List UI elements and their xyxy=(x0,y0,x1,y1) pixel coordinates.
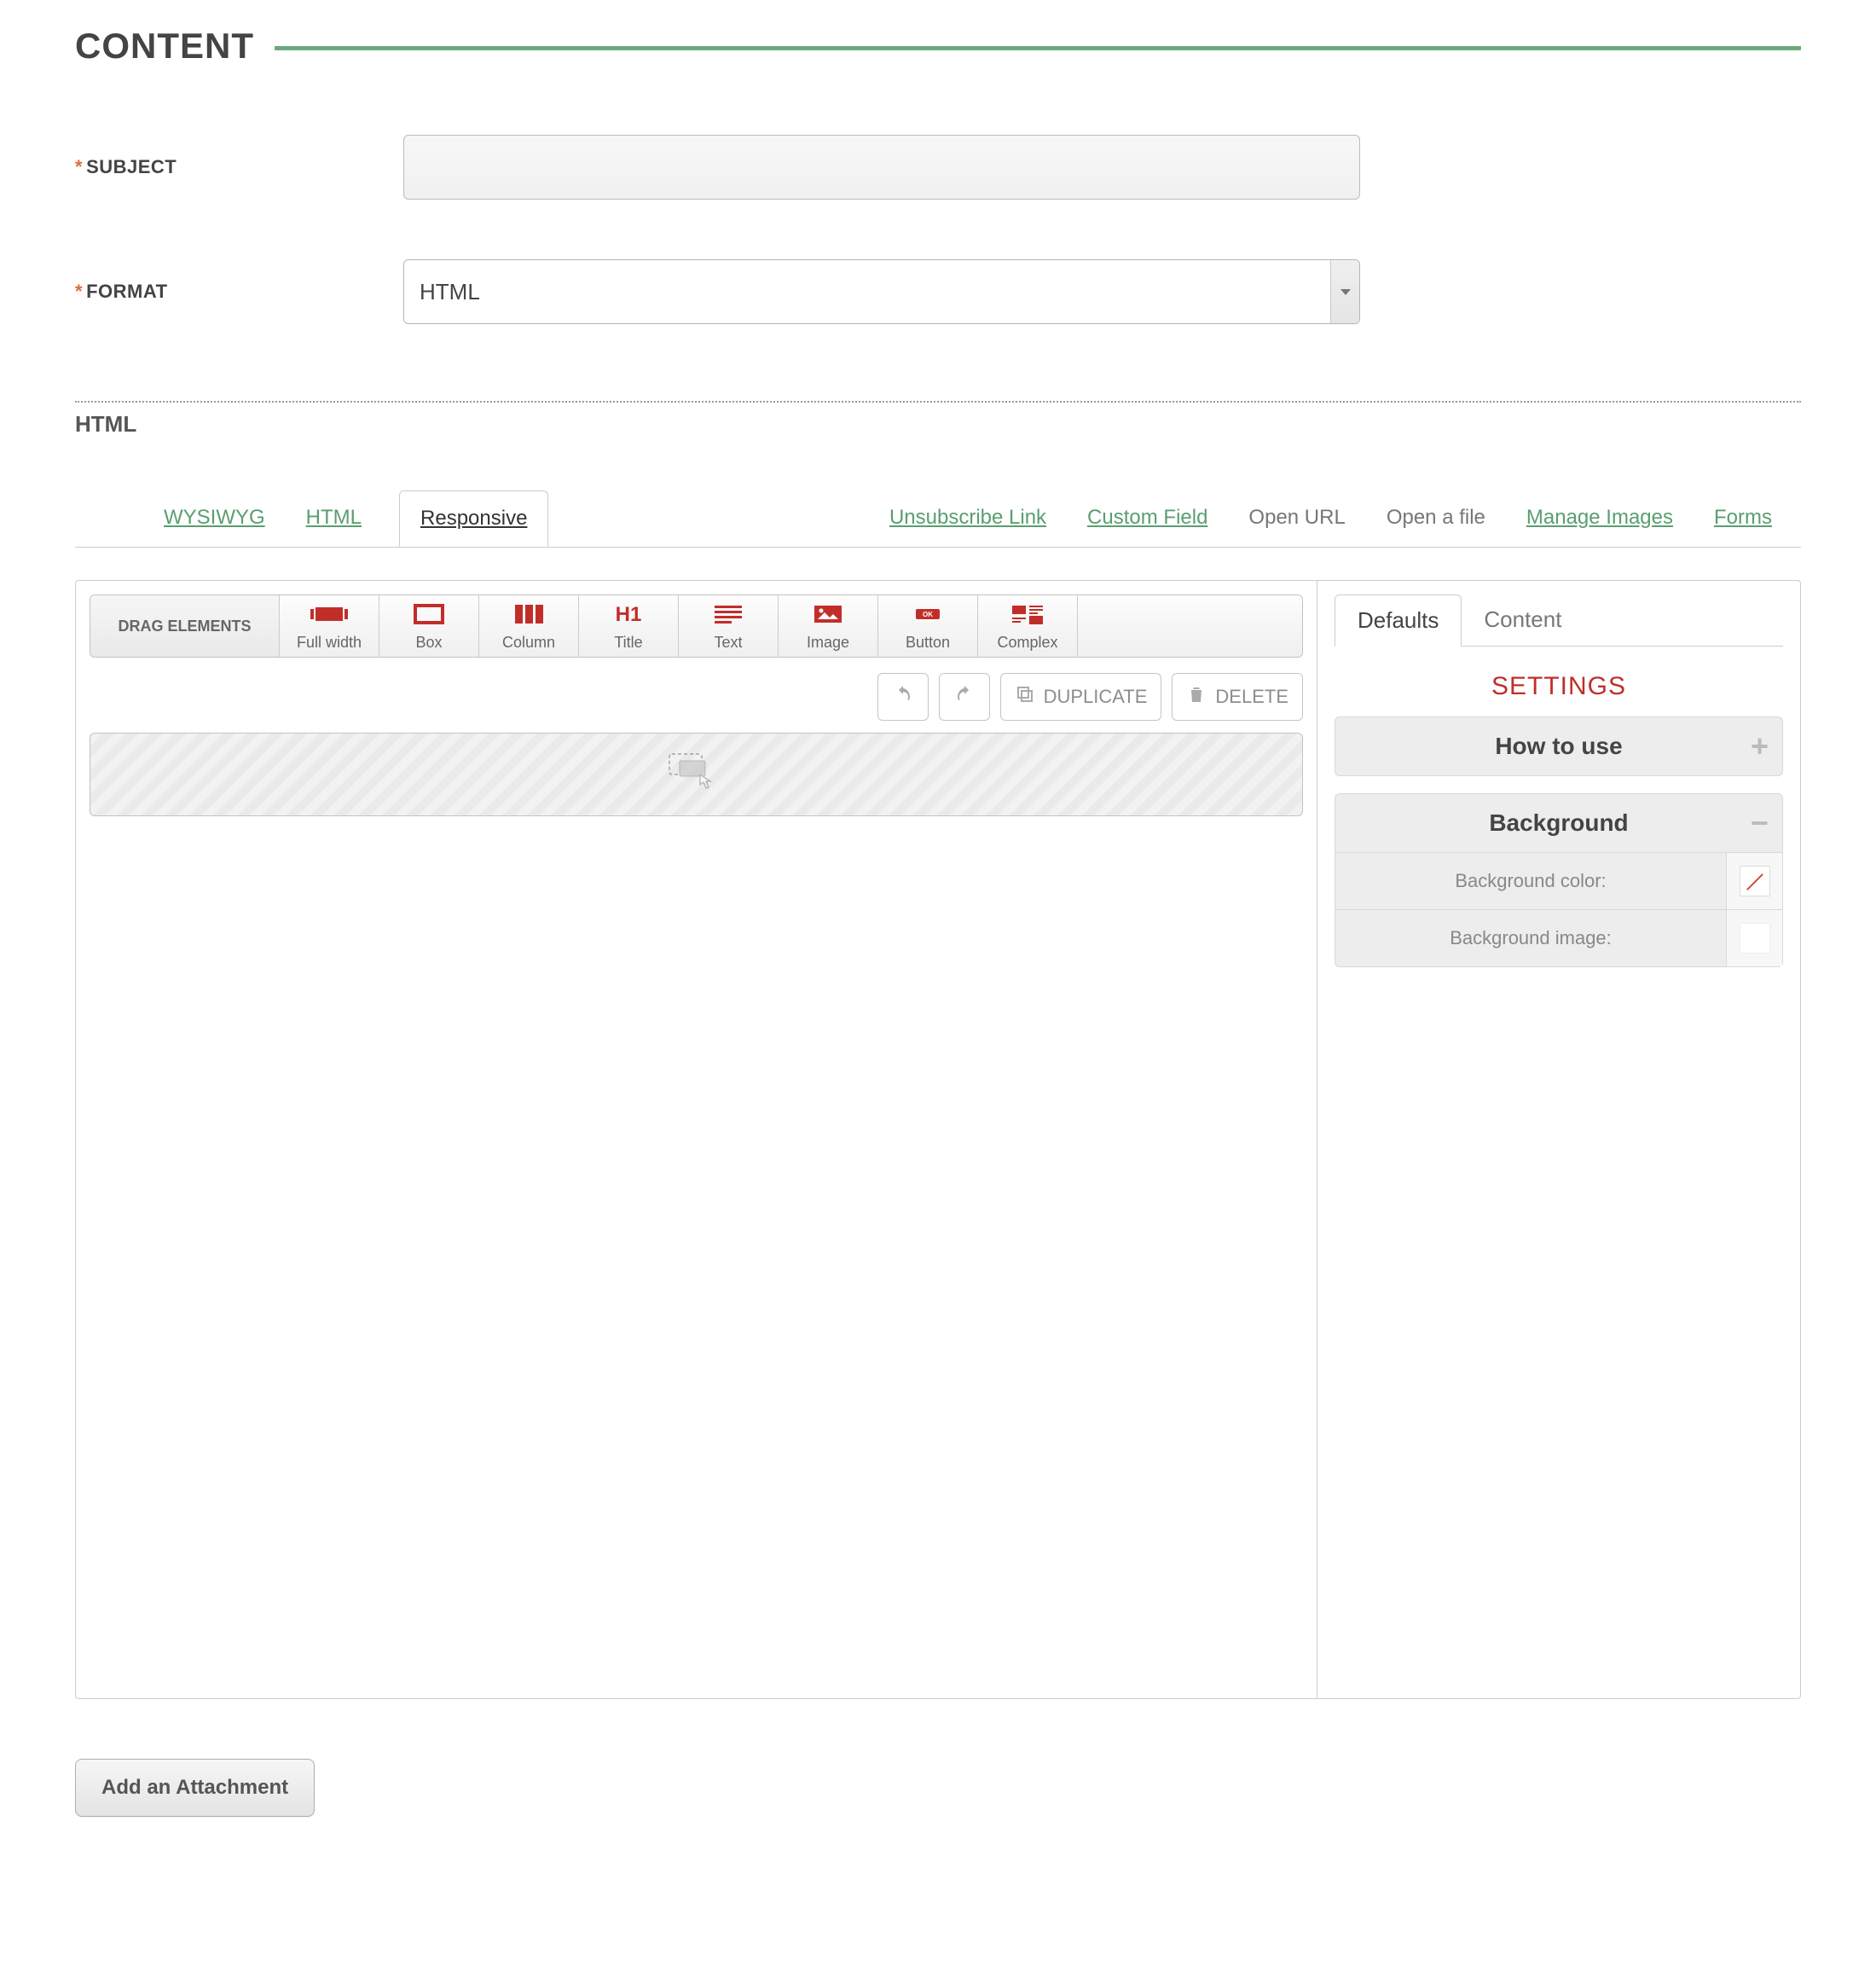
delete-button[interactable]: DELETE xyxy=(1172,673,1303,721)
link-open-url[interactable]: Open URL xyxy=(1245,489,1348,547)
tab-html[interactable]: HTML xyxy=(303,489,365,547)
no-color-icon xyxy=(1740,866,1770,896)
add-attachment-button[interactable]: Add an Attachment xyxy=(75,1759,315,1817)
html-subsection-title: HTML xyxy=(75,411,1801,438)
format-label: *FORMAT xyxy=(75,281,403,303)
full-width-icon xyxy=(310,602,348,630)
svg-text:OK: OK xyxy=(923,611,933,618)
undo-button[interactable] xyxy=(877,673,929,721)
tool-label-text: Text xyxy=(714,634,742,652)
accordion-how-to-use: How to use + xyxy=(1335,716,1783,776)
side-tab-content[interactable]: Content xyxy=(1462,594,1584,646)
undo-icon xyxy=(893,684,913,710)
link-custom-field[interactable]: Custom Field xyxy=(1084,489,1211,547)
tool-label-text: Button xyxy=(906,634,950,652)
delete-label: DELETE xyxy=(1215,686,1288,708)
link-manage-images[interactable]: Manage Images xyxy=(1523,489,1676,547)
tool-label-text: Complex xyxy=(997,634,1057,652)
accordion-header-how-to-use[interactable]: How to use + xyxy=(1335,717,1782,775)
image-icon xyxy=(809,602,847,630)
tool-complex[interactable]: Complex xyxy=(978,595,1078,657)
bg-color-swatch[interactable] xyxy=(1726,853,1782,909)
tool-button[interactable]: OK Button xyxy=(878,595,978,657)
subject-label: *SUBJECT xyxy=(75,156,403,178)
button-icon: OK xyxy=(909,602,947,630)
format-value: HTML xyxy=(420,279,480,305)
tool-label-text: Title xyxy=(614,634,642,652)
tool-full-width[interactable]: Full width xyxy=(280,595,379,657)
link-unsubscribe[interactable]: Unsubscribe Link xyxy=(886,489,1050,547)
link-forms[interactable]: Forms xyxy=(1711,489,1775,547)
section-rule xyxy=(275,46,1801,50)
duplicate-label: DUPLICATE xyxy=(1044,686,1148,708)
accordion-title: Background xyxy=(1489,809,1628,837)
link-open-file[interactable]: Open a file xyxy=(1383,489,1489,547)
tool-label-text: Full width xyxy=(297,634,362,652)
tool-title[interactable]: H1 Title xyxy=(579,595,679,657)
trash-icon xyxy=(1186,684,1207,710)
tool-image[interactable]: Image xyxy=(779,595,878,657)
box-icon xyxy=(410,602,448,630)
canvas-drop-area[interactable] xyxy=(90,733,1303,816)
svg-text:H1: H1 xyxy=(616,603,642,626)
accordion-header-background[interactable]: Background − xyxy=(1335,794,1782,852)
empty-image-icon xyxy=(1740,923,1770,954)
section-title: CONTENT xyxy=(75,26,254,67)
tool-box[interactable]: Box xyxy=(379,595,479,657)
drop-here-icon xyxy=(663,749,731,801)
duplicate-button[interactable]: DUPLICATE xyxy=(1000,673,1162,721)
required-marker: * xyxy=(75,156,83,177)
required-marker: * xyxy=(75,281,83,302)
plus-icon: + xyxy=(1751,739,1769,754)
drag-elements-toolbar: DRAG ELEMENTS Full width Box xyxy=(90,594,1303,658)
format-select[interactable]: HTML xyxy=(403,259,1360,324)
text-icon xyxy=(709,602,747,630)
complex-icon xyxy=(1009,602,1046,630)
bg-image-label: Background image: xyxy=(1335,910,1726,966)
side-tab-defaults[interactable]: Defaults xyxy=(1335,594,1462,647)
redo-button[interactable] xyxy=(939,673,990,721)
tab-responsive[interactable]: Responsive xyxy=(399,490,548,547)
accordion-background: Background − Background color: Backgroun… xyxy=(1335,793,1783,967)
chevron-down-icon xyxy=(1330,260,1359,323)
duplicate-icon xyxy=(1015,684,1035,710)
bg-image-swatch[interactable] xyxy=(1726,910,1782,966)
toolbar-label: DRAG ELEMENTS xyxy=(90,595,280,657)
tool-label-text: Box xyxy=(415,634,442,652)
tool-text[interactable]: Text xyxy=(679,595,779,657)
dotted-separator xyxy=(75,401,1801,403)
minus-icon: − xyxy=(1751,815,1769,831)
redo-icon xyxy=(954,684,975,710)
tab-wysiwyg[interactable]: WYSIWYG xyxy=(160,489,269,547)
heading-icon: H1 xyxy=(610,602,647,630)
tool-label-text: Column xyxy=(502,634,555,652)
tool-label-text: Image xyxy=(807,634,849,652)
tool-column[interactable]: Column xyxy=(479,595,579,657)
column-icon xyxy=(510,602,547,630)
bg-color-label: Background color: xyxy=(1335,853,1726,909)
settings-title: SETTINGS xyxy=(1335,672,1783,701)
subject-input[interactable] xyxy=(403,135,1360,200)
accordion-title: How to use xyxy=(1495,733,1622,760)
